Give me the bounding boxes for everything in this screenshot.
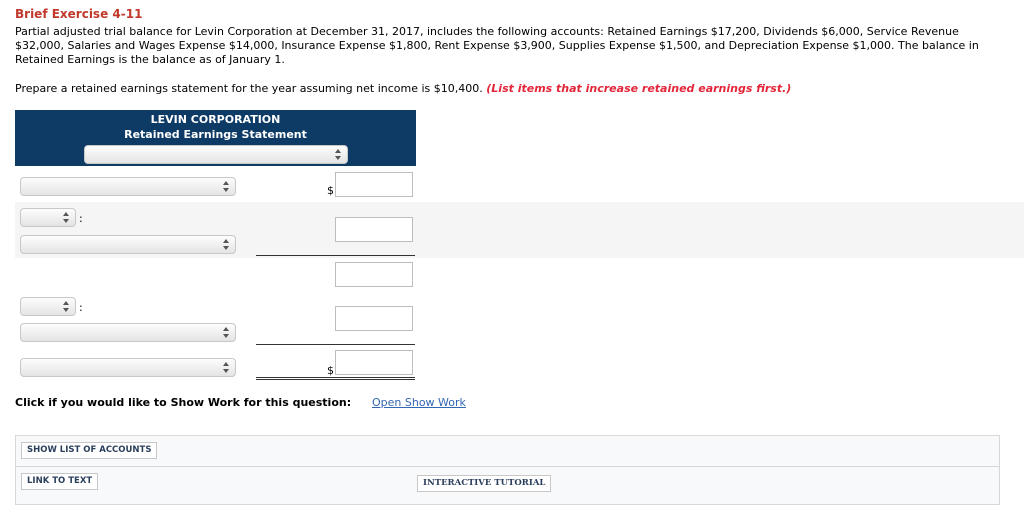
double-underline-top bbox=[256, 377, 415, 378]
amount-input-5[interactable] bbox=[335, 350, 413, 375]
resources-panel bbox=[15, 435, 1000, 505]
exercise-description: Partial adjusted trial balance for Levin… bbox=[15, 25, 979, 66]
link-to-text-button[interactable]: LINK TO TEXT bbox=[21, 473, 99, 490]
double-underline-bottom bbox=[256, 379, 415, 380]
panel-divider bbox=[15, 466, 1000, 467]
underline-2 bbox=[256, 344, 415, 345]
colon-2: : bbox=[79, 301, 83, 314]
account-select-2[interactable] bbox=[20, 235, 236, 254]
exercise-prompt: Prepare a retained earnings statement fo… bbox=[15, 82, 791, 96]
currency-sign-2: $ bbox=[327, 364, 334, 377]
amount-input-4[interactable] bbox=[335, 306, 413, 331]
updown-arrows-icon bbox=[221, 360, 231, 375]
colon-1: : bbox=[79, 212, 83, 225]
updown-arrows-icon bbox=[221, 179, 231, 194]
show-list-of-accounts-button[interactable]: SHOW LIST OF ACCOUNTS bbox=[21, 442, 158, 459]
underline-1 bbox=[256, 255, 415, 256]
interactive-tutorial-button[interactable]: INTERACTIVE TUTORIAL bbox=[417, 475, 552, 492]
updown-arrows-icon bbox=[221, 325, 231, 340]
amount-input-2[interactable] bbox=[335, 217, 413, 242]
updown-arrows-icon bbox=[333, 147, 343, 162]
short-select-1[interactable] bbox=[20, 208, 76, 227]
account-select-3[interactable] bbox=[20, 323, 236, 342]
open-show-work-link[interactable]: Open Show Work bbox=[372, 396, 466, 409]
amount-input-3[interactable] bbox=[335, 262, 413, 287]
exercise-title: Brief Exercise 4-11 bbox=[15, 7, 143, 21]
show-work-label: Click if you would like to Show Work for… bbox=[15, 396, 352, 409]
period-select[interactable] bbox=[84, 145, 348, 164]
updown-arrows-icon bbox=[61, 210, 71, 225]
prompt-hint: (List items that increase retained earni… bbox=[486, 82, 792, 95]
updown-arrows-icon bbox=[221, 237, 231, 252]
short-select-2[interactable] bbox=[20, 297, 76, 316]
account-select-4[interactable] bbox=[20, 358, 236, 377]
statement-name: Retained Earnings Statement bbox=[124, 128, 307, 141]
updown-arrows-icon bbox=[61, 299, 71, 314]
prompt-text: Prepare a retained earnings statement fo… bbox=[15, 82, 483, 95]
currency-sign-1: $ bbox=[327, 184, 334, 197]
account-select-1[interactable] bbox=[20, 177, 236, 196]
company-name: LEVIN CORPORATION bbox=[150, 113, 281, 126]
amount-input-1[interactable] bbox=[335, 172, 413, 197]
